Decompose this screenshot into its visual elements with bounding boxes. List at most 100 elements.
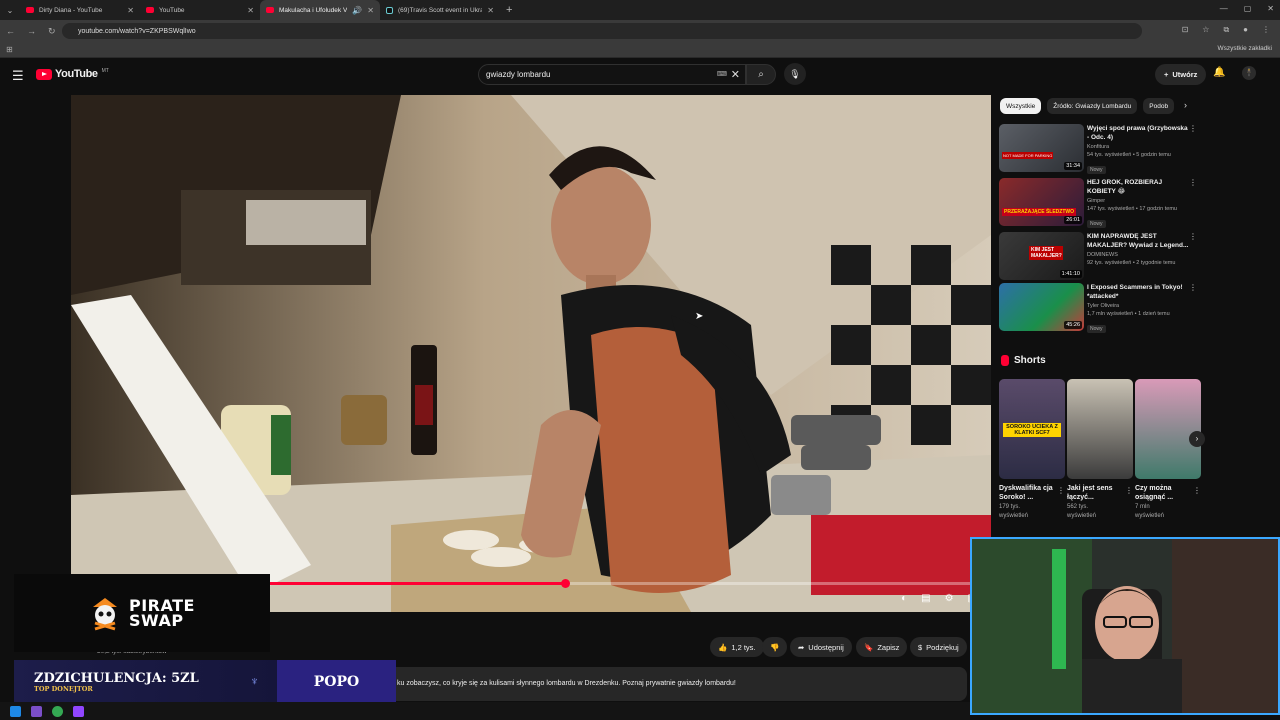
channel-name[interactable]: Tyler Oliveira xyxy=(1087,303,1191,309)
subtitles-icon[interactable]: ▤ xyxy=(921,593,930,604)
video-player[interactable]: ◐ ▤ ⚙ ▣ ➤ xyxy=(71,95,991,612)
progress-bar[interactable] xyxy=(270,579,990,588)
maximize-icon[interactable]: ▢ xyxy=(1244,4,1252,13)
tab-search-icon[interactable]: ⌄ xyxy=(0,0,20,20)
more-options-icon[interactable]: ⋮ xyxy=(1189,283,1197,292)
short-thumbnail[interactable] xyxy=(1067,379,1133,479)
short-item[interactable]: Jaki jest sens łączyć... 562 tys. wyświe… xyxy=(1067,379,1133,520)
extensions-icon[interactable]: ⧉ xyxy=(1223,25,1229,35)
view-count: 54 tys. wyświetleń • 5 godzin temu xyxy=(1087,152,1171,158)
youtube-logo[interactable]: YouTube MT xyxy=(36,68,109,80)
thanks-button[interactable]: $ Podziękuj xyxy=(910,637,967,657)
chip-similar[interactable]: Podob xyxy=(1143,98,1175,114)
top-donor-label: TOP DONEJTOR xyxy=(34,685,93,693)
video-thumbnail[interactable]: KIM JEST MAKALJER? 1:41:10 xyxy=(999,232,1084,280)
channel-name[interactable]: DOMINEWS xyxy=(1087,252,1191,258)
close-tab-icon[interactable]: ✕ xyxy=(127,6,134,15)
reload-icon[interactable]: ↻ xyxy=(48,26,56,37)
recommendation-item[interactable]: NOT MADE FOR PARKING 31:34 Wyjęci spod p… xyxy=(999,124,1199,176)
video-title[interactable]: I Exposed Scammers in Tokyo! *attacked* xyxy=(1087,283,1191,301)
dislike-button[interactable]: 👎 xyxy=(762,637,788,657)
short-title[interactable]: Jaki jest sens łączyć... xyxy=(1067,484,1123,502)
minimize-icon[interactable]: — xyxy=(1220,4,1228,13)
channel-name[interactable]: Konfitura xyxy=(1087,144,1191,150)
chip-all[interactable]: Wszystkie xyxy=(1000,98,1042,114)
youtube-favicon-icon xyxy=(266,7,274,13)
start-icon[interactable] xyxy=(10,705,21,717)
more-options-icon[interactable]: ⋮ xyxy=(1193,486,1201,495)
short-thumbnail[interactable]: SOROKO UCIEKA Z KLATKI SCF7 xyxy=(999,379,1065,479)
all-bookmarks-button[interactable]: Wszystkie zakładki xyxy=(1217,45,1272,52)
view-count: 92 tys. wyświetleń • 2 tygodnie temu xyxy=(1087,260,1176,266)
browser-tab[interactable]: Dirty Diana - YouTube ✕ xyxy=(20,0,140,20)
short-title[interactable]: Dyskwalifika cja Soroko! ... xyxy=(999,484,1055,502)
chrome-icon[interactable] xyxy=(52,705,63,717)
keyboard-icon[interactable]: ⌨ xyxy=(717,70,727,78)
back-icon[interactable]: ← xyxy=(6,26,15,36)
like-button[interactable]: 👍 1,2 tys. xyxy=(710,637,764,657)
app-icon[interactable] xyxy=(31,705,42,717)
share-button[interactable]: ➦ Udostępnij xyxy=(790,637,852,657)
sponsor-brand: PIRATE SWAP xyxy=(129,598,195,629)
video-title[interactable]: HEJ GROK, ROZBIERAJ KOBIETY 😂 xyxy=(1087,178,1191,196)
os-taskbar xyxy=(0,702,970,720)
apps-grid-icon[interactable]: ⊞ xyxy=(6,45,13,54)
menu-kebab-icon[interactable]: ⋮ xyxy=(1262,25,1270,35)
close-tab-icon[interactable]: ✕ xyxy=(247,6,254,15)
short-views-unit: wyświetleń xyxy=(999,513,1029,519)
duration-badge: 31:34 xyxy=(1064,162,1082,170)
browser-tab-active[interactable]: Makulacha i Ufoludek VS V 🔊 ✕ xyxy=(260,0,380,20)
video-title[interactable]: KIM NAPRAWDĘ JEST MAKALJER? Wywiad z Leg… xyxy=(1087,232,1191,250)
twitch-icon[interactable] xyxy=(73,705,84,717)
video-thumbnail[interactable]: 45:26 xyxy=(999,283,1084,331)
save-button[interactable]: 🔖 Zapisz xyxy=(856,637,908,657)
url-field[interactable]: youtube.com/watch?v=ZKPBSWqlIwo xyxy=(62,23,1142,39)
search-button[interactable]: ⌕ xyxy=(746,64,776,85)
channel-name[interactable]: Gimper xyxy=(1087,198,1191,204)
more-options-icon[interactable]: ⋮ xyxy=(1125,486,1133,495)
video-title[interactable]: Wyjęci spod prawa (Grzybowska - Odc. 4) xyxy=(1087,124,1191,142)
streamer-webcam xyxy=(970,537,1280,715)
clear-search-icon[interactable]: ✕ xyxy=(731,68,740,81)
chips-next-icon[interactable]: › xyxy=(1184,100,1187,110)
bookmark-star-icon[interactable]: ☆ xyxy=(1202,25,1209,35)
autoplay-toggle-icon[interactable]: ◐ xyxy=(901,593,907,604)
recommendation-item[interactable]: KIM JEST MAKALJER? 1:41:10 KIM NAPRAWDĘ … xyxy=(999,232,1199,284)
browser-tab[interactable]: (69)Travis Scott event in Ukrain ✕ xyxy=(380,0,500,20)
chip-source[interactable]: Źródło: Gwiazdy Lombardu xyxy=(1047,98,1138,114)
more-options-icon[interactable]: ⋮ xyxy=(1189,232,1197,241)
install-icon[interactable]: ⊡ xyxy=(1182,25,1189,35)
browser-tab[interactable]: YouTube ✕ xyxy=(140,0,260,20)
more-options-icon[interactable]: ⋮ xyxy=(1189,178,1197,187)
profile-icon[interactable]: ● xyxy=(1243,25,1248,35)
new-badge: Nowy xyxy=(1087,166,1106,174)
close-tab-icon[interactable]: ✕ xyxy=(487,6,494,15)
video-thumbnail[interactable]: PRZERAŻAJĄCE ŚLEDZTWO 26:01 xyxy=(999,178,1084,226)
close-tab-icon[interactable]: ✕ xyxy=(367,6,374,15)
short-item[interactable]: SOROKO UCIEKA Z KLATKI SCF7 Dyskwalifika… xyxy=(999,379,1065,520)
search-input[interactable]: gwiazdy lombardu ⌨ ✕ xyxy=(478,64,746,85)
thumbnail-text: NOT MADE FOR PARKING xyxy=(1002,152,1054,159)
recommendation-item[interactable]: 45:26 I Exposed Scammers in Tokyo! *atta… xyxy=(999,283,1199,335)
shorts-next-arrow-icon[interactable]: › xyxy=(1189,431,1205,447)
notifications-bell-icon[interactable]: 🔔 xyxy=(1213,67,1225,78)
voice-search-button[interactable]: 🎙 xyxy=(784,63,806,85)
account-avatar[interactable]: 🕴 xyxy=(1242,66,1256,80)
new-tab-icon[interactable]: + xyxy=(506,4,512,16)
forward-icon[interactable]: → xyxy=(27,26,36,36)
recommendation-item[interactable]: PRZERAŻAJĄCE ŚLEDZTWO 26:01 HEJ GROK, RO… xyxy=(999,178,1199,230)
video-thumbnail[interactable]: NOT MADE FOR PARKING 31:34 xyxy=(999,124,1084,172)
more-options-icon[interactable]: ⋮ xyxy=(1189,124,1197,133)
shorts-logo-icon xyxy=(1001,355,1009,366)
hamburger-menu-icon[interactable]: ☰ xyxy=(12,68,24,84)
speaker-icon[interactable]: 🔊 xyxy=(352,6,362,15)
logo-text: YouTube xyxy=(55,68,98,80)
create-button[interactable]: + Utwórz xyxy=(1155,64,1207,85)
tab-title: YouTube xyxy=(159,6,185,14)
close-window-icon[interactable]: ✕ xyxy=(1267,4,1274,13)
settings-gear-icon[interactable]: ⚙ xyxy=(945,593,954,604)
short-thumbnail[interactable] xyxy=(1135,379,1201,479)
more-options-icon[interactable]: ⋮ xyxy=(1057,486,1065,495)
short-title[interactable]: Czy można osiągnąć ... xyxy=(1135,484,1191,502)
short-item[interactable]: Czy można osiągnąć ... 7 mln wyświetleń … xyxy=(1135,379,1201,520)
